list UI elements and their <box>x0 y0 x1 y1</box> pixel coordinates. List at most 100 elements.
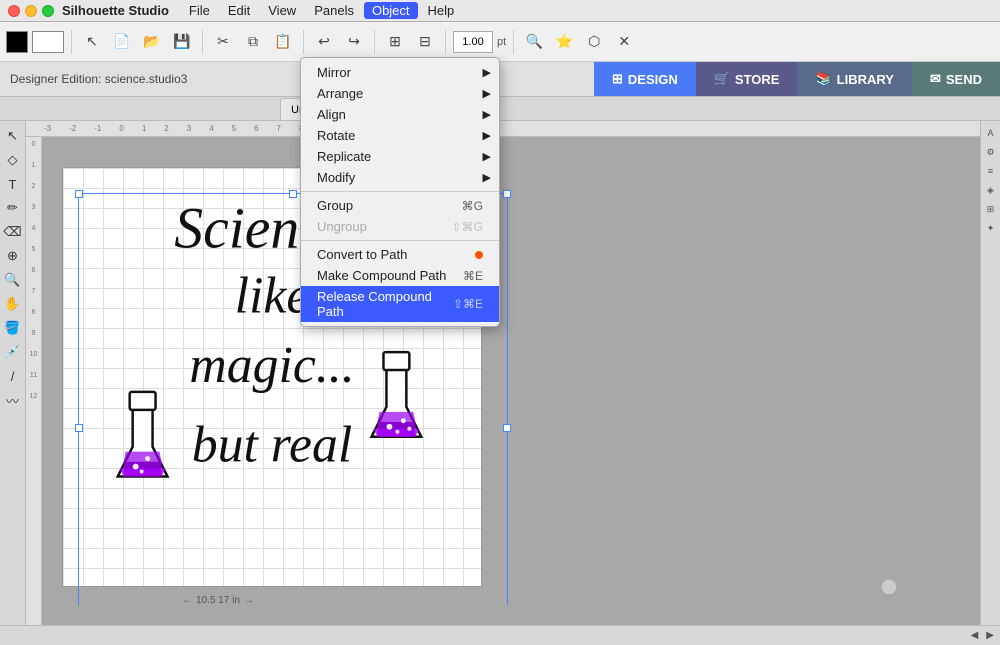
select-tool[interactable]: ↖ <box>79 29 105 55</box>
status-bar: ◀ ▶ <box>0 625 1000 645</box>
copy-btn[interactable]: ⧉ <box>240 29 266 55</box>
redo-btn[interactable]: ↪ <box>341 29 367 55</box>
arrow-tool[interactable]: ↖ <box>2 125 24 147</box>
rp-btn-2[interactable]: ⚙ <box>983 144 999 160</box>
group-btn[interactable]: ⊞ <box>382 29 408 55</box>
submenu-arrow: ▶ <box>483 108 491 121</box>
zoom-tool[interactable]: 🔍 <box>2 269 24 291</box>
eraser-tool[interactable]: ⌫ <box>2 221 24 243</box>
canvas-area: -3-2-10123456789101112131415 01234567891… <box>26 121 980 625</box>
eyedrop-tool[interactable]: 💉 <box>2 341 24 363</box>
node-tool[interactable]: ◇ <box>2 149 24 171</box>
rp-btn-5[interactable]: ⊞ <box>983 201 999 217</box>
ruler-top: -3-2-10123456789101112131415 <box>26 121 980 137</box>
object-menu: Mirror ▶ Arrange ▶ Align ▶ Rotate ▶ Repl… <box>300 57 500 327</box>
toolbar-sep-5 <box>445 30 446 54</box>
watermark: silhouette <box>881 579 950 595</box>
menu-items: File Edit View Panels Object Help <box>181 2 462 19</box>
menu-arrange[interactable]: Arrange ▶ <box>301 83 499 104</box>
tab-store[interactable]: 🛒 STORE <box>696 62 798 96</box>
tab-send[interactable]: ✉ SEND <box>912 62 1000 96</box>
handle-top-right[interactable] <box>503 190 511 198</box>
submenu-arrow: ▶ <box>483 129 491 142</box>
menu-make-compound-path[interactable]: Make Compound Path ⌘E <box>301 265 499 286</box>
toolbar-sep-2 <box>202 30 203 54</box>
crop-tool[interactable]: ⊕ <box>2 245 24 267</box>
warp-tool[interactable]: 〰 <box>2 389 24 411</box>
tab-design[interactable]: ⊞ DESIGN <box>594 62 696 96</box>
text-tool[interactable]: T <box>2 173 24 195</box>
new-doc-btn[interactable]: 📄 <box>109 29 135 55</box>
menu-panels[interactable]: Panels <box>306 2 362 19</box>
fill-color[interactable] <box>6 31 28 53</box>
close-button[interactable] <box>8 5 20 17</box>
submenu-arrow: ▶ <box>483 87 491 100</box>
menu-view[interactable]: View <box>260 2 304 19</box>
save-btn[interactable]: 💾 <box>169 29 195 55</box>
cut-btn[interactable]: ✂ <box>210 29 236 55</box>
dimension-indicator: ← 10.5 17 in → <box>182 595 254 605</box>
left-toolbar: ↖ ◇ T ✏ ⌫ ⊕ 🔍 ✋ 🪣 💉 / 〰 <box>0 121 26 625</box>
zoom-icon[interactable]: 🔍 <box>521 29 547 55</box>
ruler-left: 0123456789101112 <box>26 137 42 625</box>
top-tabs: ⊞ DESIGN 🛒 STORE 📚 LIBRARY ✉ SEND <box>594 62 1000 96</box>
svg-text:magic...: magic... <box>189 337 354 394</box>
handle-mid-right[interactable] <box>503 424 511 432</box>
send-icon: ✉ <box>930 71 941 87</box>
stroke-color[interactable] <box>32 31 64 53</box>
cube-icon[interactable]: ⬡ <box>581 29 607 55</box>
line-width-input[interactable] <box>453 31 493 53</box>
menu-convert-to-path[interactable]: Convert to Path <box>301 244 499 265</box>
fill-tool[interactable]: 🪣 <box>2 317 24 339</box>
menu-mirror[interactable]: Mirror ▶ <box>301 62 499 83</box>
library-icon: 📚 <box>815 71 831 87</box>
submenu-arrow: ▶ <box>483 171 491 184</box>
menubar: Silhouette Studio File Edit View Panels … <box>0 0 1000 22</box>
maximize-button[interactable] <box>42 5 54 17</box>
menu-release-compound-path[interactable]: Release Compound Path ⇧⌘E <box>301 286 499 322</box>
menu-replicate[interactable]: Replicate ▶ <box>301 146 499 167</box>
traffic-lights <box>0 5 62 17</box>
minimize-button[interactable] <box>25 5 37 17</box>
store-icon: 🛒 <box>714 71 730 87</box>
undo-btn[interactable]: ↩ <box>311 29 337 55</box>
menu-ungroup: Ungroup ⇧⌘G <box>301 216 499 237</box>
paste-btn[interactable]: 📋 <box>270 29 296 55</box>
menu-group[interactable]: Group ⌘G <box>301 195 499 216</box>
menu-object[interactable]: Object <box>364 2 418 19</box>
draw-tool[interactable]: ✏ <box>2 197 24 219</box>
toolbar-sep-6 <box>513 30 514 54</box>
line-unit: pt <box>497 36 506 48</box>
line-tool[interactable]: / <box>2 365 24 387</box>
ungroup-btn[interactable]: ⊟ <box>412 29 438 55</box>
open-btn[interactable]: 📂 <box>139 29 165 55</box>
toolbar-sep-1 <box>71 30 72 54</box>
rp-btn-3[interactable]: ≡ <box>983 163 999 179</box>
menu-sep-2 <box>301 240 499 241</box>
rp-btn-6[interactable]: ✦ <box>983 220 999 236</box>
close-transform-icon[interactable]: ✕ <box>611 29 637 55</box>
right-panel: A ⚙ ≡ ◈ ⊞ ✦ <box>980 121 1000 625</box>
canvas-wrapper: Science: like magic... but real <box>42 137 980 605</box>
scroll-left[interactable]: ◀ <box>971 630 979 641</box>
menu-align[interactable]: Align ▶ <box>301 104 499 125</box>
submenu-arrow: ▶ <box>483 66 491 79</box>
main: ↖ ◇ T ✏ ⌫ ⊕ 🔍 ✋ 🪣 💉 / 〰 -3-2-10123456789… <box>0 121 1000 625</box>
top-panel: Designer Edition: science.studio3 ⊞ DESI… <box>0 62 1000 97</box>
toolbar-sep-3 <box>303 30 304 54</box>
pan-tool[interactable]: ✋ <box>2 293 24 315</box>
menu-edit[interactable]: Edit <box>220 2 258 19</box>
menu-help[interactable]: Help <box>420 2 463 19</box>
toolbar-sep-4 <box>374 30 375 54</box>
rp-btn-1[interactable]: A <box>983 125 999 141</box>
menu-modify[interactable]: Modify ▶ <box>301 167 499 188</box>
rp-btn-4[interactable]: ◈ <box>983 182 999 198</box>
menu-rotate[interactable]: Rotate ▶ <box>301 125 499 146</box>
tab-library[interactable]: 📚 LIBRARY <box>797 62 911 96</box>
menu-file[interactable]: File <box>181 2 218 19</box>
shape-star-icon[interactable]: ⭐ <box>551 29 577 55</box>
design-icon: ⊞ <box>612 71 623 87</box>
doc-tabs: Untitled-1 ✕ science.studio3 ✕ + <box>0 97 1000 121</box>
submenu-arrow: ▶ <box>483 150 491 163</box>
scroll-right[interactable]: ▶ <box>986 630 994 641</box>
